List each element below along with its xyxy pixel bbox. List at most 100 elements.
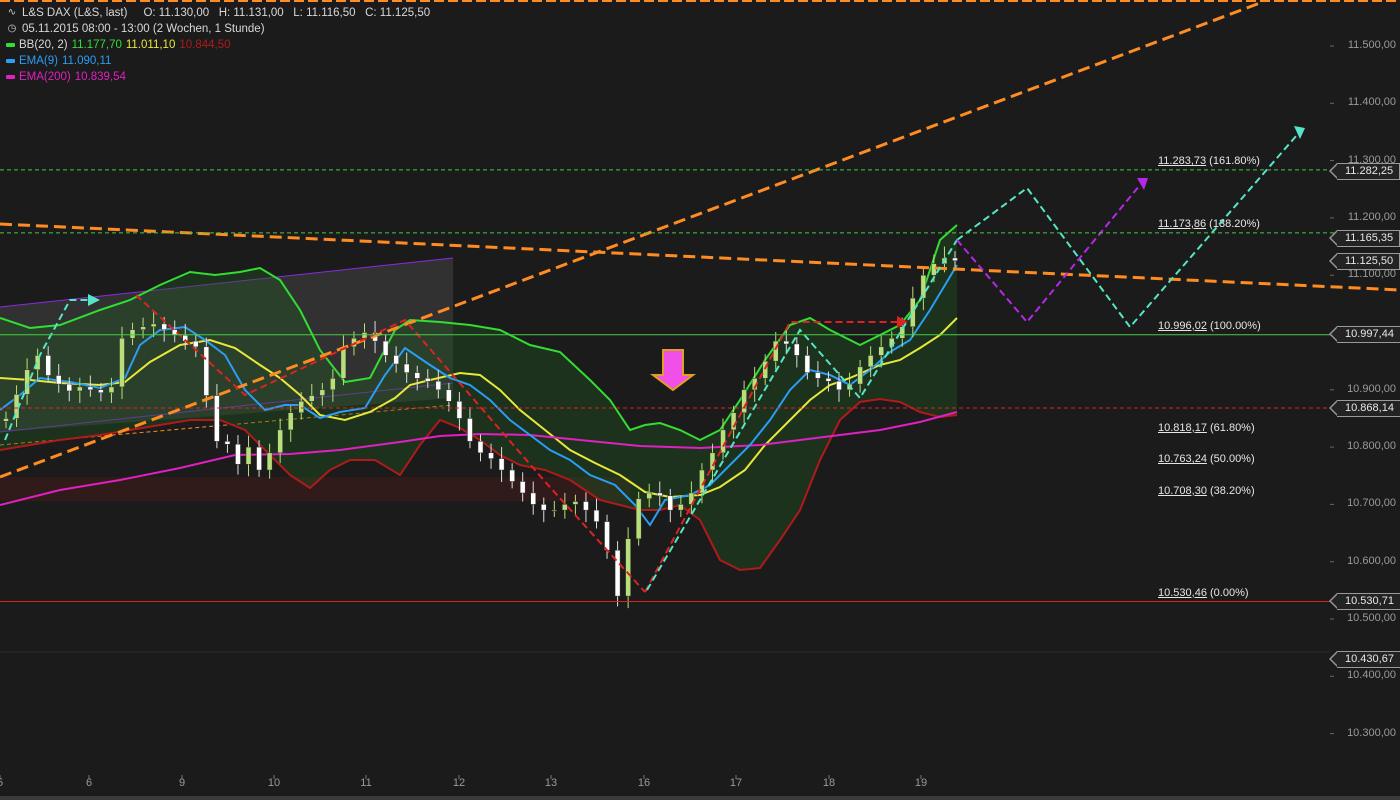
candle-body (403, 363, 410, 373)
candle-body (794, 343, 800, 356)
fib-price: 10.530,46 (1158, 586, 1207, 599)
y-tick-label: 10.800,00 (1347, 440, 1396, 453)
candle-body (825, 378, 832, 382)
x-tick-label: 17 (729, 777, 743, 789)
candle-body (425, 378, 431, 382)
horizontal-scrollbar[interactable] (0, 796, 1400, 800)
chart-legend: ∿ L&S DAX (L&S, last) O: 11.130,00 H: 11… (6, 5, 430, 85)
candle-body (235, 443, 241, 465)
x-tick-label: 19 (914, 777, 928, 789)
candle-body (193, 340, 199, 348)
fib-price: 11.283,73 (1158, 154, 1207, 167)
y-tick-label: 11.400,00 (1347, 96, 1396, 109)
candle-body (393, 355, 399, 365)
candle-body (604, 521, 610, 551)
y-tick-label: 10.600,00 (1347, 554, 1396, 567)
chart-canvas[interactable] (0, 0, 1400, 800)
price-tag: 10.997,44 (1329, 325, 1400, 343)
candle-body (551, 509, 558, 512)
candle-body (129, 329, 136, 339)
chart-area[interactable]: ∿ L&S DAX (L&S, last) O: 11.130,00 H: 11… (0, 0, 1400, 800)
candle-body (382, 340, 389, 356)
x-tick-label: 10 (267, 777, 281, 789)
candle-body (414, 372, 420, 379)
candle-body (214, 395, 220, 442)
candle-body (309, 395, 315, 402)
fib-price: 10.818,17 (1158, 421, 1207, 434)
candle-body (593, 509, 600, 522)
x-tick-label: 18 (822, 777, 836, 789)
candle-body (224, 441, 231, 445)
price-tag: 10.430,67 (1329, 650, 1400, 668)
ema9-value: 11.090,11 (61, 55, 112, 67)
fib-price: 10.996,02 (1158, 319, 1207, 332)
bb-label: BB(20, 2) (19, 39, 68, 51)
fib-level-label: 11.283,73 (161.80%) (1158, 155, 1260, 167)
candle-body (614, 549, 621, 597)
bb-upper-value: 11.177,70 (71, 39, 122, 51)
fib-level-label: 10.530,46 (0.00%) (1158, 587, 1249, 599)
legend-ema200-row[interactable]: EMA(200) 10.839,54 (6, 69, 430, 85)
fib-percent: (100.00%) (1206, 319, 1261, 332)
candle-body (87, 386, 94, 391)
fib-percent: (0.00%) (1206, 586, 1249, 599)
candle-body (562, 504, 568, 511)
x-tick-label: 9 (178, 777, 186, 789)
fib-percent: (138.20%) (1206, 217, 1260, 230)
candle-body (119, 337, 125, 388)
candle-body (857, 366, 863, 385)
candle-body (572, 501, 579, 505)
chart-type-icon: ∿ (7, 7, 17, 18)
candle-body (815, 372, 821, 379)
y-tick-label: 10.700,00 (1347, 497, 1396, 510)
candle-body (340, 346, 347, 379)
fib-price: 10.763,24 (1158, 453, 1207, 466)
fib-price: 10.708,30 (1158, 484, 1207, 497)
candle-body (678, 504, 684, 511)
candle-body (530, 492, 536, 505)
candle-body (783, 340, 790, 345)
candle-body (878, 346, 884, 356)
candle-body (277, 429, 283, 454)
ema200-swatch (6, 75, 15, 79)
candle-body (920, 274, 927, 299)
y-tick-label: 10.900,00 (1347, 382, 1396, 395)
candle-body (741, 389, 747, 413)
candle-body (256, 446, 262, 471)
price-tag: 10.868,14 (1329, 400, 1400, 418)
fib-percent: (161.80%) (1206, 154, 1260, 167)
fib-level-label: 10.996,02 (100.00%) (1158, 320, 1261, 332)
bb-swatch (6, 43, 15, 47)
candle-body (298, 401, 304, 413)
candle-body (245, 446, 252, 465)
bb-lower-value: 10.844,50 (179, 39, 231, 51)
instrument-title: L&S DAX (L&S, last) (22, 7, 128, 19)
legend-bb-row[interactable]: BB(20, 2) 11.177,70 11.011,10 10.844,50 (6, 37, 430, 53)
x-tick-label: 13 (544, 777, 558, 789)
ema200-label: EMA(200) (19, 71, 71, 83)
x-tick-label: 5 (0, 777, 3, 789)
legend-ema9-row[interactable]: EMA(9) 11.090,11 (6, 53, 430, 69)
price-tag: 11.282,25 (1328, 162, 1400, 180)
candle-body (66, 383, 73, 392)
candle-body (435, 380, 442, 391)
candle-body (467, 418, 473, 442)
candle-body (446, 389, 452, 402)
x-tick-label: 6 (85, 777, 93, 789)
candle-body (361, 332, 368, 339)
candle-body (867, 355, 874, 368)
fib-percent: (38.20%) (1206, 484, 1255, 497)
price-tag: 11.165,35 (1328, 229, 1400, 247)
ema200-value: 10.839,54 (74, 71, 126, 83)
candle-body (161, 323, 167, 330)
y-tick-label: 11.500,00 (1347, 39, 1396, 51)
candle-body (287, 412, 294, 431)
candle-body (646, 492, 652, 499)
ema9-swatch (6, 59, 15, 63)
candle-body (519, 481, 526, 494)
candle-body (24, 369, 30, 395)
x-tick-label: 11 (360, 777, 372, 789)
fib-percent: (50.00%) (1206, 453, 1255, 466)
candle-body (910, 297, 916, 328)
period-label: 05.11.2015 08:00 - 13:00 (2 Wochen, 1 St… (22, 23, 265, 35)
